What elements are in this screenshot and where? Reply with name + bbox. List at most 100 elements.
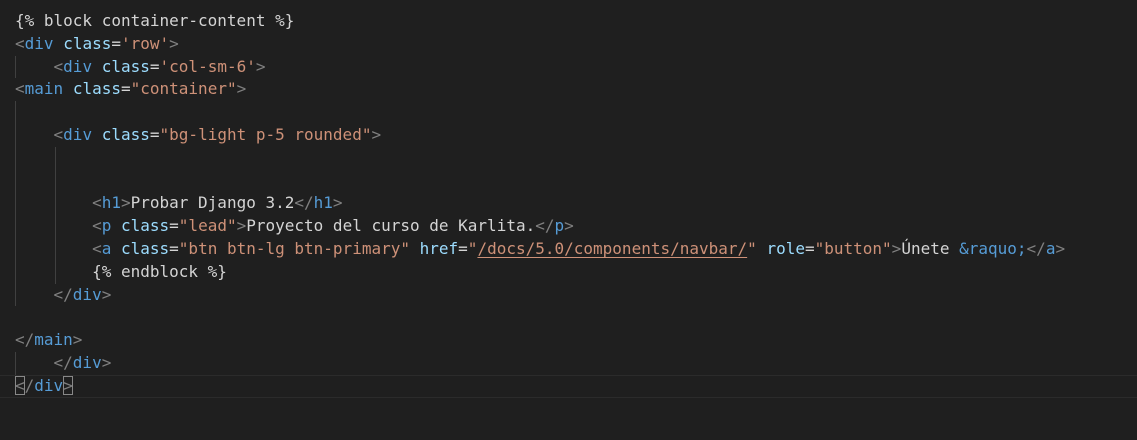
code-line[interactable]: [0, 146, 1137, 170]
indent-guide: [15, 260, 16, 284]
code-text: =: [804, 238, 815, 258]
code-punctuation: >: [371, 124, 382, 144]
code-text: =: [169, 216, 179, 236]
code-punctuation: </: [1026, 238, 1046, 258]
code-text: =: [149, 56, 160, 76]
code-line[interactable]: </div>: [0, 351, 1137, 375]
code-line[interactable]: [0, 169, 1137, 193]
code-punctuation: </: [535, 216, 555, 236]
code-tag-name: p: [101, 216, 112, 236]
code-attribute-name: href: [419, 238, 459, 258]
indent-guide: [15, 351, 16, 375]
code-editor[interactable]: {% block container-content %} <div class=…: [0, 0, 1137, 440]
code-string: "button": [814, 238, 892, 258]
code-punctuation: >: [332, 193, 343, 213]
indent-guide: [15, 146, 16, 170]
code-line[interactable]: </div>: [0, 283, 1137, 307]
code-punctuation: </: [53, 352, 73, 372]
code-tag-name: div: [72, 284, 102, 304]
code-line[interactable]: <div class='col-sm-6'>: [0, 55, 1137, 79]
code-line[interactable]: {% block container-content %}: [0, 10, 1137, 33]
code-tag-name: div: [63, 56, 93, 76]
code-tag-name: main: [34, 330, 73, 350]
code-text: Probar Django 3.2: [130, 193, 295, 213]
code-punctuation: >: [101, 284, 112, 304]
code-line[interactable]: <main class="container">: [0, 78, 1137, 101]
code-punctuation: <: [15, 79, 25, 99]
code-attribute-name: role: [766, 238, 805, 258]
indent-guide: [15, 101, 16, 124]
code-tag-name: h1: [313, 193, 333, 213]
code-punctuation: </: [53, 284, 73, 304]
code-attribute-name: class: [101, 124, 150, 144]
code-entity: &raquo;: [959, 238, 1027, 258]
code-link[interactable]: /docs/5.0/components/navbar/: [477, 239, 747, 258]
code-text: Únete: [901, 238, 960, 258]
indent-guide: [55, 215, 56, 238]
code-line[interactable]: [0, 306, 1137, 329]
code-punctuation: >: [120, 193, 131, 213]
indent-guide: [15, 169, 16, 193]
code-line[interactable]: </main>: [0, 329, 1137, 352]
bracket-match-highlight: >: [63, 375, 73, 395]
code-line[interactable]: <p class="lead">Proyecto del curso de Ka…: [0, 215, 1137, 238]
code-punctuation: <: [15, 33, 25, 53]
code-punctuation: >: [891, 238, 902, 258]
code-tag-name: div: [24, 33, 54, 53]
code-tag-name: div: [63, 124, 93, 144]
code-line[interactable]: <div class='row'>: [0, 33, 1137, 56]
bracket-match-highlight: <: [15, 375, 25, 395]
code-tag-name: h1: [101, 193, 121, 213]
indent-guide: [15, 283, 16, 307]
code-punctuation: /: [24, 375, 35, 395]
code-text: =: [149, 124, 160, 144]
indent-guide: [55, 237, 56, 261]
code-tag-name: div: [34, 375, 64, 395]
code-line[interactable]: <a class="btn btn-lg btn-primary" href="…: [0, 237, 1137, 261]
code-text: =: [111, 33, 121, 53]
code-punctuation: >: [101, 352, 112, 372]
code-punctuation: <: [92, 216, 102, 236]
code-string: "btn btn-lg btn-primary": [178, 238, 410, 258]
code-punctuation: >: [72, 330, 83, 350]
code-tag-name: a: [101, 238, 112, 258]
code-text: =: [120, 79, 131, 99]
indent-guide: [15, 215, 16, 238]
code-line-current[interactable]: </div>: [0, 374, 1137, 398]
indent-guide: [55, 192, 56, 216]
code-punctuation: <: [53, 56, 64, 76]
code-punctuation: </: [294, 193, 314, 213]
code-string: ": [747, 238, 757, 258]
code-attribute-name: class: [63, 33, 112, 53]
code-punctuation: >: [169, 33, 179, 53]
code-text: {% block container-content %}: [15, 11, 295, 30]
code-punctuation: >: [564, 216, 574, 236]
code-line[interactable]: <div class="bg-light p-5 rounded">: [0, 123, 1137, 147]
code-attribute-name: class: [101, 56, 150, 76]
code-punctuation: </: [15, 330, 35, 350]
indent-guide: [15, 237, 16, 261]
code-line[interactable]: <h1>Probar Django 3.2</h1>: [0, 192, 1137, 216]
code-punctuation: <: [53, 124, 64, 144]
code-string: 'col-sm-6': [159, 56, 256, 76]
code-punctuation: >: [236, 216, 247, 236]
indent-guide: [15, 192, 16, 216]
code-punctuation: >: [236, 79, 247, 99]
code-line[interactable]: {% endblock %}: [0, 260, 1137, 284]
code-line[interactable]: [0, 101, 1137, 124]
indent-guide: [55, 260, 56, 284]
code-string: "bg-light p-5 rounded": [159, 124, 372, 144]
